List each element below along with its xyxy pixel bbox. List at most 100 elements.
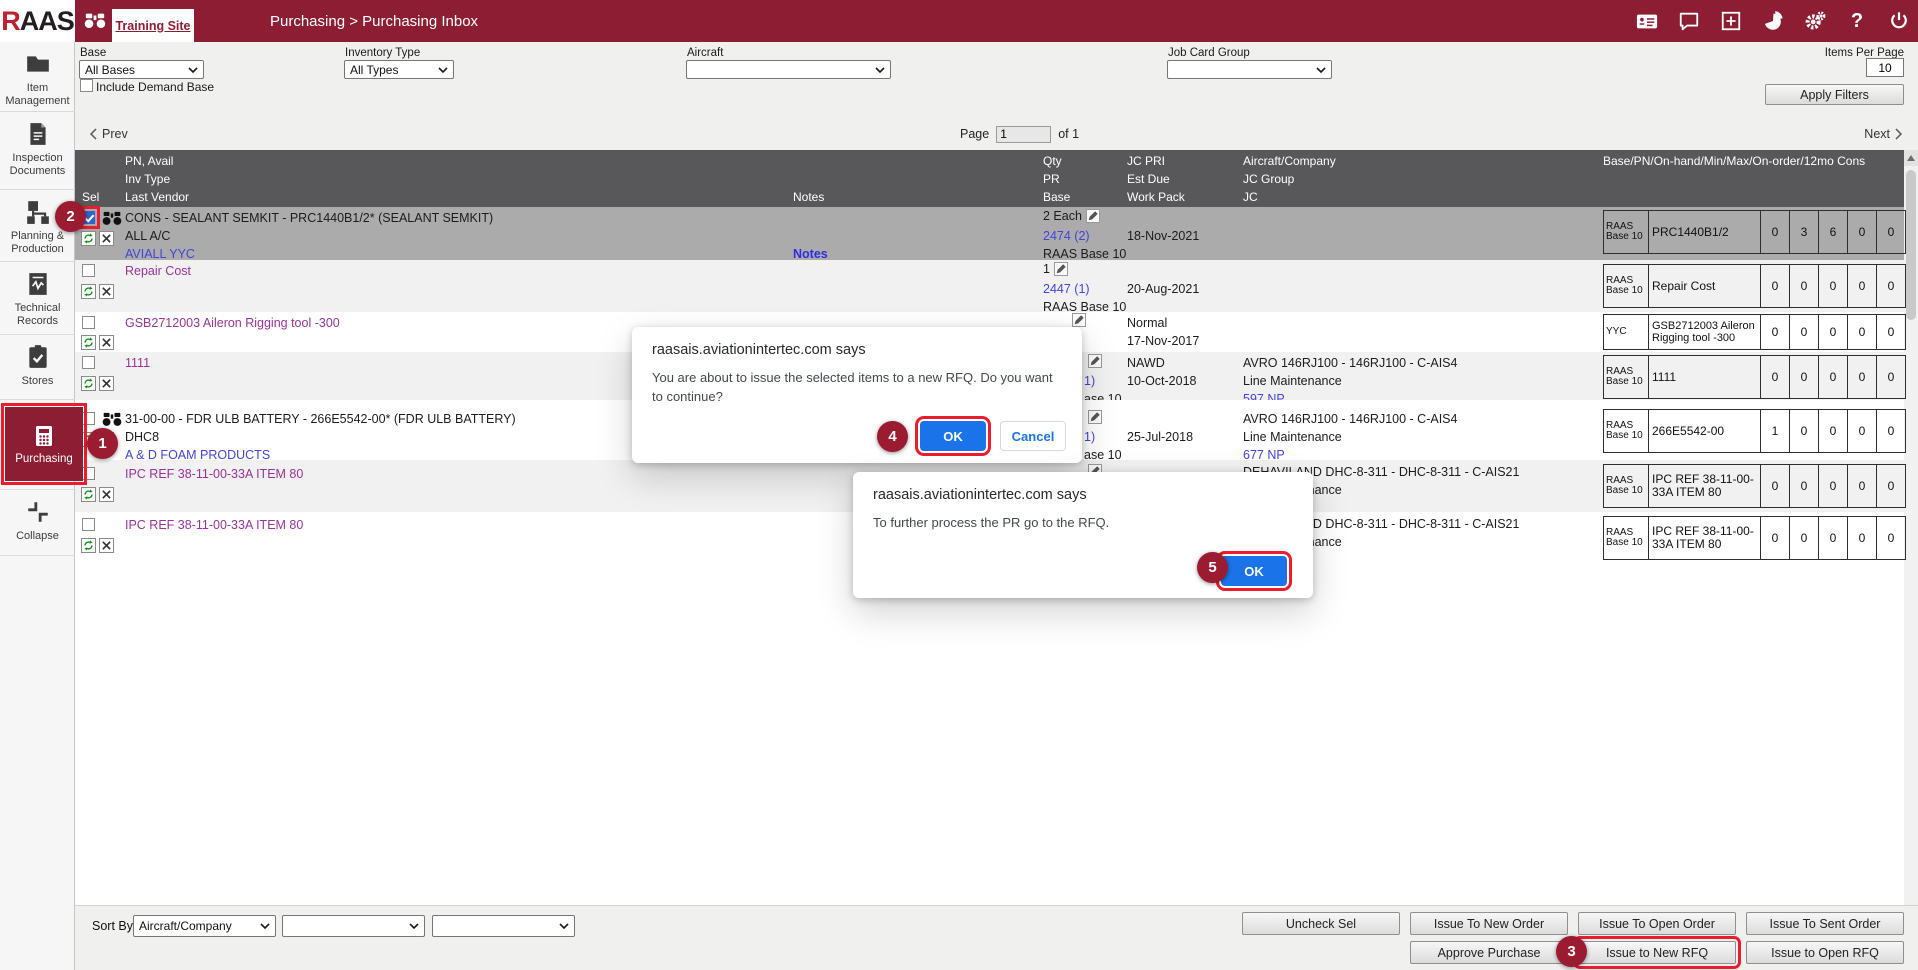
row-select-checkbox[interactable]	[82, 467, 95, 480]
app-header: RAAS Training Site Purchasing > Purchasi…	[0, 0, 1918, 42]
edit-qty-icon[interactable]	[1072, 313, 1086, 327]
chevron-down-icon	[559, 923, 569, 929]
remove-icon[interactable]	[99, 487, 114, 502]
uncheck-sel-button[interactable]: Uncheck Sel	[1242, 912, 1400, 935]
remove-icon[interactable]	[99, 376, 114, 391]
pn-description-link[interactable]: IPC REF 38-11-00-33A ITEM 80	[125, 518, 303, 532]
pr-link[interactable]: 2474 (2)	[1043, 229, 1090, 243]
refresh-icon[interactable]	[81, 335, 96, 350]
row-select-checkbox[interactable]	[82, 356, 95, 369]
tab-label: Training Site	[115, 19, 190, 33]
dialog-cancel-button[interactable]: Cancel	[1000, 421, 1066, 451]
chevron-right-icon	[1895, 128, 1902, 140]
base-select[interactable]: All Bases	[79, 60, 204, 79]
remove-icon[interactable]	[99, 231, 114, 246]
include-demand-base-checkbox[interactable]	[80, 79, 93, 92]
remove-icon[interactable]	[99, 335, 114, 350]
edit-qty-icon[interactable]	[1088, 354, 1102, 368]
aircraft-select[interactable]	[686, 60, 891, 79]
raas-purchasing-inbox: RAAS Training Site Purchasing > Purchasi…	[0, 0, 1918, 970]
pr-link-fragment[interactable]: 1)	[1084, 374, 1095, 388]
sort-by-label: Sort By:	[92, 919, 136, 933]
sidebar-item-item-management[interactable]: Item Management	[0, 42, 75, 112]
stock-mini-table: RAAS Base 10266E5542-00 10000	[1603, 409, 1906, 453]
chevron-down-icon	[260, 923, 270, 929]
pn-description-link[interactable]: Repair Cost	[125, 264, 191, 278]
jc-pri: NAWD	[1127, 356, 1165, 370]
job-card-group-select[interactable]	[1167, 60, 1332, 79]
refresh-icon[interactable]	[81, 231, 96, 246]
notes-link[interactable]: Notes	[793, 247, 828, 261]
chevron-down-icon	[188, 67, 198, 73]
stock-mini-table: RAAS Base 10PRC1440B1/2 03600	[1603, 210, 1906, 254]
row-select-checkbox[interactable]	[82, 264, 95, 277]
sidebar-item-stores[interactable]: Stores	[0, 335, 75, 400]
chevron-left-icon	[90, 128, 97, 140]
issue-to-open-order-button[interactable]: Issue To Open Order	[1578, 912, 1736, 935]
chat-icon[interactable]	[1678, 10, 1700, 32]
est-due: 10-Oct-2018	[1127, 374, 1196, 388]
help-icon[interactable]	[1846, 10, 1868, 32]
apply-filters-button[interactable]: Apply Filters	[1765, 84, 1904, 105]
add-window-icon[interactable]	[1720, 10, 1742, 32]
row-select-checkbox[interactable]	[82, 518, 95, 531]
sidebar-item-purchasing[interactable]: Purchasing	[5, 407, 83, 481]
qty-cell	[1084, 354, 1102, 368]
remove-icon[interactable]	[99, 538, 114, 553]
page-input[interactable]	[996, 126, 1051, 143]
row-select-checkbox[interactable]	[82, 412, 95, 425]
dialog-message: You are about to issue the selected item…	[632, 358, 1082, 406]
tab-training-site[interactable]: Training Site	[112, 9, 194, 42]
settings-icon[interactable]	[1804, 10, 1826, 32]
binoculars-icon[interactable]	[102, 412, 122, 427]
refresh-icon[interactable]	[81, 538, 96, 553]
next-page-button[interactable]: Next	[1864, 118, 1902, 150]
binoculars-icon[interactable]	[84, 11, 106, 31]
jc-group: Line Maintenance	[1243, 374, 1342, 388]
scroll-up-arrow[interactable]	[1904, 150, 1918, 166]
issue-to-sent-order-button[interactable]: Issue To Sent Order	[1746, 912, 1904, 935]
approve-purchase-button[interactable]: Approve Purchase	[1410, 941, 1568, 964]
refresh-icon[interactable]	[81, 487, 96, 502]
binoculars-icon[interactable]	[102, 211, 122, 226]
power-icon[interactable]	[1888, 10, 1910, 32]
issue-to-new-order-button[interactable]: Issue To New Order	[1410, 912, 1568, 935]
sidebar-item-inspection-documents[interactable]: Inspection Documents	[0, 112, 75, 190]
sort-select-1[interactable]: Aircraft/Company	[133, 915, 276, 937]
base-cell: RAAS Base 10	[1043, 247, 1126, 261]
sort-select-2[interactable]	[282, 915, 425, 937]
stock-mini-table: RAAS Base 10IPC REF 38-11-00-33A ITEM 80…	[1603, 464, 1906, 508]
jc-group: Line Maintenance	[1243, 430, 1342, 444]
inventory-type-label: Inventory Type	[345, 47, 420, 59]
edit-qty-icon[interactable]	[1054, 262, 1068, 276]
pn-description-link[interactable]: IPC REF 38-11-00-33A ITEM 80	[125, 467, 303, 481]
pn-description-link[interactable]: GSB2712003 Aileron Rigging tool -300	[125, 316, 340, 330]
dialog-message: To further process the PR go to the RFQ.	[853, 503, 1313, 532]
row-select-checkbox[interactable]	[82, 316, 95, 329]
issue-to-open-rfq-button[interactable]: Issue to Open RFQ	[1746, 941, 1904, 964]
scroll-thumb[interactable]	[1906, 170, 1916, 320]
dialog-ok-button[interactable]: OK	[1221, 556, 1287, 586]
sidebar-item-collapse[interactable]: Collapse	[0, 490, 75, 556]
last-vendor-link[interactable]: AVIALL YYC	[125, 247, 195, 261]
refresh-icon[interactable]	[81, 376, 96, 391]
pn-description-link[interactable]: 1111	[125, 356, 150, 370]
pie-chart-icon[interactable]	[1762, 10, 1784, 32]
refresh-icon[interactable]	[81, 284, 96, 299]
remove-icon[interactable]	[99, 284, 114, 299]
pr-link[interactable]: 2447 (1)	[1043, 282, 1090, 296]
aircraft-company: AVRO 146RJ100 - 146RJ100 - C-AIS4	[1243, 356, 1457, 370]
id-card-icon[interactable]	[1636, 10, 1658, 32]
prev-page-button[interactable]: Prev	[90, 118, 128, 150]
dialog-ok-button[interactable]: OK	[920, 421, 986, 451]
edit-qty-icon[interactable]	[1086, 209, 1100, 223]
vertical-scrollbar[interactable]	[1904, 150, 1918, 905]
items-per-page-input[interactable]	[1866, 58, 1904, 77]
pn-description: CONS - SEALANT SEMKIT - PRC1440B1/2* (SE…	[125, 211, 493, 225]
sort-select-3[interactable]	[432, 915, 575, 937]
issue-to-new-rfq-button[interactable]: Issue to New RFQ	[1578, 941, 1736, 964]
edit-qty-icon[interactable]	[1088, 410, 1102, 424]
sidebar-item-technical-records[interactable]: Technical Records	[0, 262, 75, 335]
inventory-type-select[interactable]: All Types	[344, 60, 454, 79]
pr-link-fragment[interactable]: 1)	[1084, 430, 1095, 444]
